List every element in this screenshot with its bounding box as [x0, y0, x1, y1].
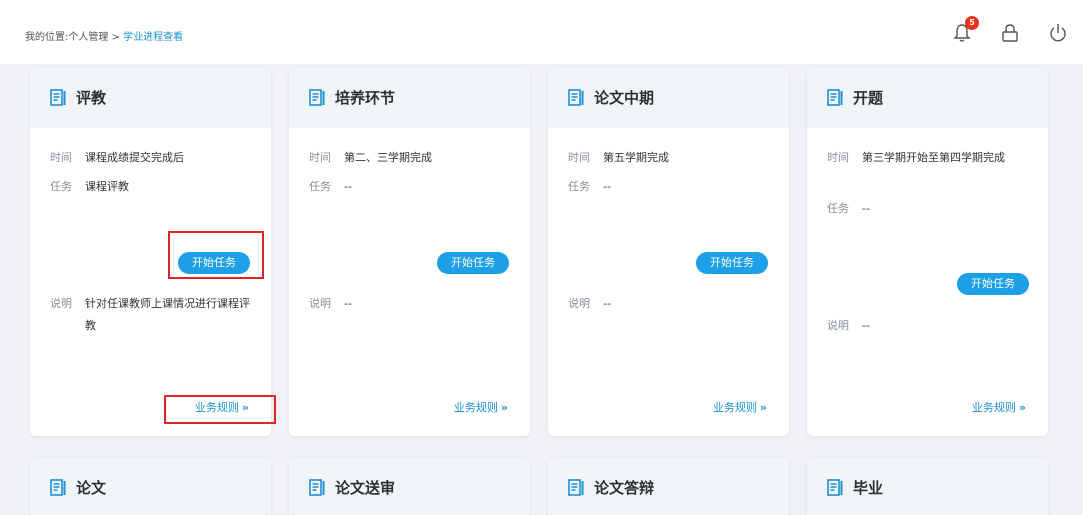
business-rules-link[interactable]: 业务规则»: [972, 399, 1026, 415]
card-header: 评教: [30, 68, 271, 128]
power-icon: [1050, 24, 1066, 42]
note-label: 说明: [568, 297, 590, 310]
note-value: 针对任课教师上课情况进行课程评教: [85, 297, 250, 332]
business-rules-label: 业务规则: [453, 401, 498, 414]
logout-button[interactable]: [1043, 14, 1075, 50]
business-rules-label: 业务规则: [971, 401, 1016, 414]
double-chevron-right-icon: »: [759, 401, 767, 414]
document-icon: [827, 89, 843, 106]
document-icon: [568, 89, 584, 106]
breadcrumb: 我的位置:个人管理 > 学业进程查看: [25, 28, 183, 43]
card-midterm: 论文中期 时间 第五学期完成 任务 -- 开始任务 说明 -- 业务规则»: [548, 68, 789, 436]
start-task-button[interactable]: 开始任务: [957, 273, 1029, 295]
task-label: 任务: [568, 180, 590, 193]
note-label: 说明: [309, 297, 331, 310]
card-title: 开题: [853, 89, 884, 107]
time-value: 第五学期完成: [603, 151, 669, 164]
card-header: 论文答辩: [548, 458, 789, 515]
breadcrumb-current[interactable]: 学业进程查看: [123, 32, 183, 43]
top-bar: 我的位置:个人管理 > 学业进程查看 5: [0, 0, 1083, 64]
card-graduation: 毕业: [807, 458, 1048, 515]
card-title: 论文答辩: [594, 479, 655, 497]
task-value: --: [344, 180, 352, 193]
business-rules-label: 业务规则: [712, 401, 757, 414]
double-chevron-right-icon: »: [500, 401, 508, 414]
document-icon: [309, 479, 325, 496]
note-value: --: [862, 319, 870, 332]
task-label: 任务: [50, 180, 72, 193]
note-value: --: [603, 297, 611, 310]
notification-button[interactable]: 5: [947, 14, 979, 50]
note-label: 说明: [827, 319, 849, 332]
card-header: 开题: [807, 68, 1048, 128]
double-chevron-right-icon: »: [241, 401, 249, 414]
start-task-button[interactable]: 开始任务: [696, 252, 768, 274]
business-rules-link[interactable]: 业务规则»: [713, 399, 767, 415]
start-task-button[interactable]: 开始任务: [178, 252, 250, 274]
card-header: 培养环节: [289, 68, 530, 128]
card-title: 论文: [76, 479, 107, 497]
time-label: 时间: [827, 151, 849, 164]
time-value: 课程成绩提交完成后: [85, 151, 184, 164]
breadcrumb-prefix: 我的位置:个人管理 >: [25, 32, 124, 43]
card-thesis: 论文: [30, 458, 271, 515]
task-value: 课程评教: [85, 180, 129, 193]
lock-button[interactable]: [995, 14, 1027, 50]
card-title: 培养环节: [335, 89, 396, 107]
card-header: 毕业: [807, 458, 1048, 515]
task-value: --: [862, 202, 870, 215]
card-title: 评教: [76, 89, 107, 107]
lock-icon: [1002, 24, 1018, 42]
double-chevron-right-icon: »: [1018, 401, 1026, 414]
card-title: 论文中期: [594, 89, 655, 107]
business-rules-label: 业务规则: [194, 401, 239, 414]
card-header: 论文送审: [289, 458, 530, 515]
business-rules-link[interactable]: 业务规则»: [195, 399, 249, 415]
time-label: 时间: [568, 151, 590, 164]
card-evaluation: 评教 时间 课程成绩提交完成后 任务 课程评教 开始任务 说明 针对任课教师上课…: [30, 68, 271, 436]
note-value: --: [344, 297, 352, 310]
card-title: 论文送审: [335, 479, 396, 497]
task-label: 任务: [309, 180, 331, 193]
business-rules-link[interactable]: 业务规则»: [454, 399, 508, 415]
task-value: --: [603, 180, 611, 193]
time-label: 时间: [50, 151, 72, 164]
time-value: 第三学期开始至第四学期完成: [862, 151, 1005, 164]
document-icon: [827, 479, 843, 496]
card-training: 培养环节 时间 第二、三学期完成 任务 -- 开始任务 说明 -- 业务规则»: [289, 68, 530, 436]
card-header: 论文中期: [548, 68, 789, 128]
card-title: 毕业: [853, 479, 884, 497]
document-icon: [50, 479, 66, 496]
document-icon: [50, 89, 66, 106]
start-task-button[interactable]: 开始任务: [437, 252, 509, 274]
time-label: 时间: [309, 151, 331, 164]
card-proposal: 开题 时间 第三学期开始至第四学期完成 任务 -- 开始任务 说明 -- 业务规…: [807, 68, 1048, 436]
task-label: 任务: [827, 202, 849, 215]
notification-badge: 5: [965, 16, 979, 30]
note-label: 说明: [50, 297, 72, 310]
document-icon: [309, 89, 325, 106]
card-thesis-defense: 论文答辩: [548, 458, 789, 515]
card-header: 论文: [30, 458, 271, 515]
time-value: 第二、三学期完成: [344, 151, 432, 164]
card-thesis-review: 论文送审: [289, 458, 530, 515]
document-icon: [568, 479, 584, 496]
